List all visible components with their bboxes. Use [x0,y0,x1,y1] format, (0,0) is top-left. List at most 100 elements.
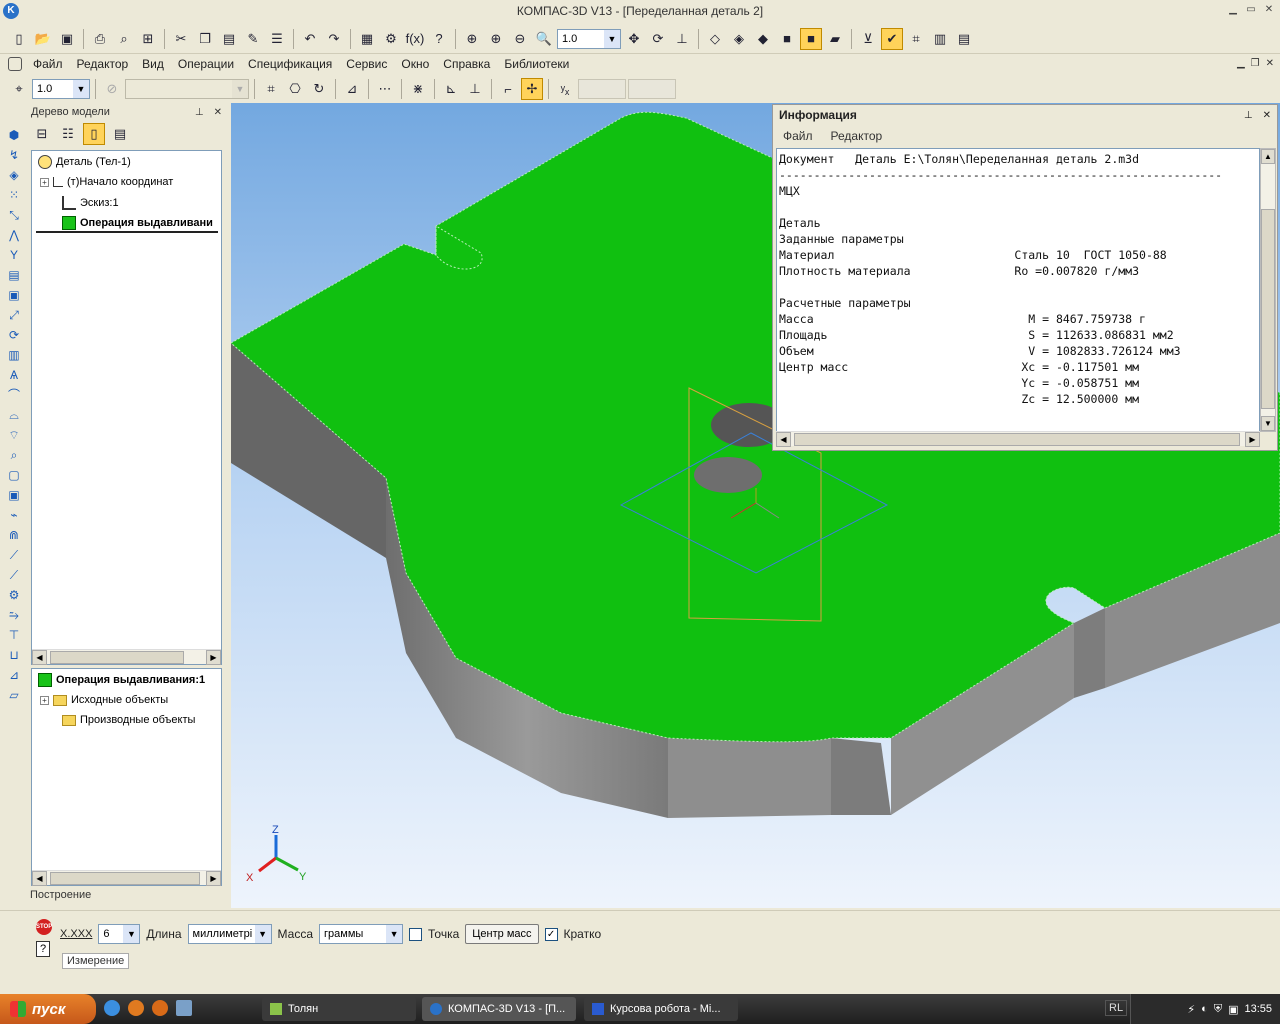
chevron-down-icon[interactable]: ▼ [386,925,403,943]
chevron-down-icon[interactable]: ▼ [254,925,271,943]
hidden-lines-icon[interactable]: ◈ [728,28,750,50]
open-file-icon[interactable]: 📂 [32,28,54,50]
tool-icon[interactable]: ▤ [8,268,19,283]
tool-icon[interactable]: ⥲ [9,608,19,623]
scroll-right-icon[interactable]: ▶ [1245,431,1260,447]
variables-icon[interactable]: f(x) [404,28,426,50]
tree-details-icon[interactable]: ▤ [109,123,131,145]
cut-icon[interactable]: ✂ [170,28,192,50]
tool-icon[interactable]: ◈ [9,168,18,183]
menu-window[interactable]: Окно [394,57,436,71]
info-hscroll[interactable]: ◀ ▶ [776,431,1260,447]
thin-lines-icon[interactable]: ◆ [752,28,774,50]
menu-operations[interactable]: Операции [171,57,241,71]
tree-item-origin[interactable]: + (т)Начало координат [40,176,173,188]
start-button[interactable]: пуск [0,994,96,1024]
tool-icon[interactable]: ⬢ [9,128,19,143]
info-vscroll[interactable]: ▲ ▼ [1260,148,1276,432]
menu-file[interactable]: Файл [26,57,70,71]
firefox-icon[interactable] [152,1000,168,1016]
menu-editor[interactable]: Редактор [70,57,136,71]
doc-restore-button[interactable]: ❐ [1251,58,1260,69]
desktop-icon[interactable] [176,1000,192,1016]
tool-icon[interactable]: ⌓ [9,408,19,423]
volume-icon[interactable]: ◐ [1201,1003,1208,1015]
info-menu-file[interactable]: Файл [783,129,813,143]
zoom-scale-icon[interactable]: 🔍 [533,28,555,50]
manager-icon[interactable]: ▦ [356,28,378,50]
redo-icon[interactable]: ↷ [323,28,345,50]
scroll-right-icon[interactable]: ▶ [206,649,221,665]
info-text[interactable]: Документ Деталь E:\Толян\Переделанная де… [776,148,1260,432]
details-item-derived[interactable]: Производные объекты [62,714,195,726]
precision-combo[interactable]: 6 ▼ [98,924,141,944]
zoom-combo[interactable]: 1.0 ▼ [557,28,621,49]
properties-icon[interactable]: ☰ [266,28,288,50]
paste-icon[interactable]: ▤ [218,28,240,50]
orient-icon[interactable]: ⎔ [284,78,306,100]
firefox-icon[interactable] [128,1000,144,1016]
tool-icon[interactable]: ⋀ [9,228,19,243]
tool-icon[interactable]: ⁙ [9,188,19,203]
ie-icon[interactable] [104,1000,120,1016]
scroll-left-icon[interactable]: ◀ [32,870,47,886]
help-icon[interactable]: ? [36,941,50,957]
info-menu-editor[interactable]: Редактор [831,129,883,143]
close-icon[interactable]: ✕ [1263,110,1271,121]
tree-view-icon[interactable]: ▯ [83,123,105,145]
scroll-left-icon[interactable]: ◀ [32,649,47,665]
minimize-button[interactable]: ▁ [1226,3,1240,17]
tool-icon[interactable]: ▣ [8,288,19,303]
scroll-thumb[interactable] [50,872,200,885]
length-units-combo[interactable]: миллиметрі ▼ [187,924,272,944]
rotate-view-icon[interactable]: ↻ [308,78,330,100]
task-button-kompas[interactable]: КОМПАС-3D V13 - [П... [422,997,576,1021]
tool-icon[interactable]: ⊔ [9,648,18,663]
tree-item-extrusion[interactable]: Операция выдавливани [62,216,213,230]
orientation-icon[interactable]: ⊥ [671,28,693,50]
tool-icon[interactable]: ⌁ [10,508,17,523]
maximize-button[interactable]: ▭ [1244,3,1258,17]
save-icon[interactable]: ▣ [56,28,78,50]
grid-icon[interactable]: ⋯ [374,78,396,100]
expand-icon[interactable]: + [40,177,49,187]
tool-icon[interactable]: ⏥ [9,688,18,703]
tool-icon[interactable]: ⋒ [9,528,19,543]
local-cs-icon[interactable]: ⋇ [407,78,429,100]
language-indicator[interactable]: RL [1105,1000,1128,1016]
zoom-window-icon[interactable]: ⊕ [461,28,483,50]
spec-icon[interactable]: ▥ [929,28,951,50]
tool-icon[interactable]: ▥ [8,348,19,363]
point-checkbox[interactable] [409,927,423,941]
scroll-down-icon[interactable]: ▼ [1261,416,1275,431]
tab-measure[interactable]: Измерение [62,953,130,969]
tool-icon[interactable]: ⤢ [9,308,19,323]
halftone-icon[interactable]: ■ [776,28,798,50]
tool-icon[interactable]: ⊿ [9,668,19,683]
tool-icon[interactable]: ▣ [8,488,19,503]
monitor-icon[interactable]: ▣ [1228,1003,1238,1016]
doc-close-button[interactable]: ✕ [1266,58,1274,69]
print-icon[interactable]: ⎙ [89,28,111,50]
tree-hscroll[interactable]: ◀ ▶ [32,649,221,665]
measure-icon[interactable]: ⌗ [905,28,927,50]
menu-libraries[interactable]: Библиотеки [497,57,576,71]
perspective-icon[interactable]: ▰ [824,28,846,50]
stop-icon[interactable]: STOP [36,919,52,935]
details-hscroll[interactable]: ◀ ▶ [32,870,221,886]
chevron-down-icon[interactable]: ▼ [123,925,140,943]
axis-icon[interactable]: ⊥ [464,78,486,100]
preview-icon[interactable]: ⌕ [113,28,135,50]
zoom-in-icon[interactable]: ⊕ [485,28,507,50]
tool-icon[interactable]: ⌕ [11,448,18,463]
tool-icon[interactable]: ▢ [8,468,19,483]
tool-icon[interactable]: ⟳ [9,328,19,343]
tool-icon[interactable]: Ѧ [10,368,18,383]
task-button-folder[interactable]: Толян [262,997,416,1021]
tool-icon[interactable]: ⤡ [9,208,19,223]
details-item-source[interactable]: + Исходные объекты [40,694,168,706]
help-pointer-icon[interactable]: ? [428,28,450,50]
format-icon[interactable]: ✎ [242,28,264,50]
tool-icon[interactable]: ⚙ [9,588,20,603]
menu-specification[interactable]: Спецификация [241,57,339,71]
